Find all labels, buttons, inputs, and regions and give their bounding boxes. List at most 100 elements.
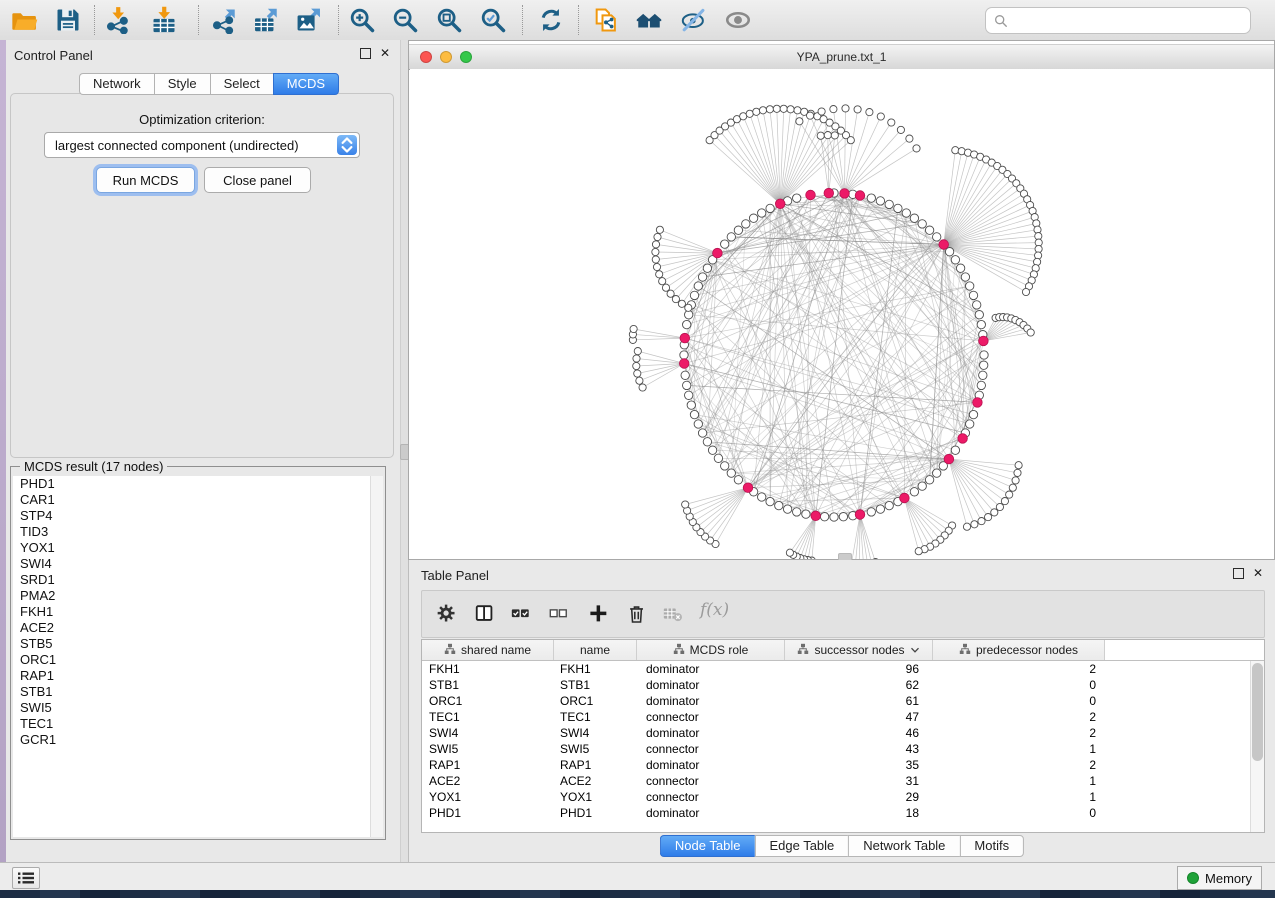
close-table-panel-icon[interactable]: ✕ xyxy=(1253,568,1263,579)
graph-node[interactable] xyxy=(682,501,689,508)
graph-node[interactable] xyxy=(796,118,803,125)
zoom-selected-icon[interactable] xyxy=(479,6,507,34)
graph-node[interactable] xyxy=(775,501,783,509)
graph-node[interactable] xyxy=(787,106,794,113)
memory-button[interactable]: Memory xyxy=(1177,866,1262,890)
graph-node[interactable] xyxy=(652,241,659,248)
graph-node[interactable] xyxy=(885,200,893,208)
graph-node[interactable] xyxy=(678,300,685,307)
mcds-result-list[interactable]: PHD1CAR1STP4TID3YOX1SWI4SRD1PMA2FKH1ACE2… xyxy=(13,476,383,837)
graph-node[interactable] xyxy=(758,209,766,217)
graph-node[interactable] xyxy=(1015,462,1022,469)
tab-style[interactable]: Style xyxy=(154,73,210,95)
graph-node[interactable] xyxy=(925,476,933,484)
graph-node[interactable] xyxy=(885,501,893,509)
network-graph[interactable] xyxy=(410,69,1274,559)
graph-node[interactable] xyxy=(653,263,660,270)
graph-node[interactable] xyxy=(727,233,735,241)
select-all-icon[interactable] xyxy=(510,603,532,625)
graph-node[interactable] xyxy=(633,355,640,362)
float-panel-icon[interactable] xyxy=(360,48,371,59)
graph-node[interactable] xyxy=(786,549,793,556)
mcds-result-item[interactable]: ORC1 xyxy=(13,652,383,668)
graph-hub-node[interactable] xyxy=(806,190,816,200)
save-session-icon[interactable] xyxy=(54,6,82,34)
graph-node[interactable] xyxy=(766,497,774,505)
graph-node[interactable] xyxy=(847,137,854,144)
graph-node[interactable] xyxy=(918,482,926,490)
graph-node[interactable] xyxy=(913,145,920,152)
graph-hub-node[interactable] xyxy=(855,191,865,201)
graph-node[interactable] xyxy=(872,559,879,560)
graph-node[interactable] xyxy=(975,311,983,319)
close-panel-button[interactable]: Close panel xyxy=(204,167,311,193)
graph-node[interactable] xyxy=(687,401,695,409)
column-header-shared-name[interactable]: shared name xyxy=(422,640,554,660)
zoom-fit-icon[interactable] xyxy=(435,6,463,34)
graph-node[interactable] xyxy=(780,105,787,112)
zoom-in-icon[interactable] xyxy=(348,6,376,34)
graph-hub-node[interactable] xyxy=(743,483,753,493)
graph-node[interactable] xyxy=(951,256,959,264)
graph-node[interactable] xyxy=(951,446,959,454)
mcds-result-item[interactable]: RAP1 xyxy=(13,668,383,684)
mcds-result-item[interactable]: STB5 xyxy=(13,636,383,652)
graph-node[interactable] xyxy=(876,197,884,205)
graph-node[interactable] xyxy=(894,204,902,212)
column-header-name[interactable]: name xyxy=(554,640,637,660)
deselect-all-icon[interactable] xyxy=(548,603,570,625)
graph-node[interactable] xyxy=(830,513,838,521)
tab-network[interactable]: Network xyxy=(79,73,154,95)
tab-motifs[interactable]: Motifs xyxy=(959,835,1024,857)
graph-node[interactable] xyxy=(802,510,810,518)
graph-node[interactable] xyxy=(897,126,904,133)
graph-node[interactable] xyxy=(1012,477,1019,484)
graph-node[interactable] xyxy=(980,361,988,369)
graph-node[interactable] xyxy=(683,381,691,389)
float-table-panel-icon[interactable] xyxy=(1233,568,1244,579)
graph-node[interactable] xyxy=(652,248,659,255)
settings-gear-icon[interactable] xyxy=(436,603,458,625)
mcds-result-item[interactable]: TEC1 xyxy=(13,716,383,732)
graph-node[interactable] xyxy=(933,233,941,241)
graph-node[interactable] xyxy=(685,391,693,399)
graph-hub-node[interactable] xyxy=(958,434,968,444)
table-row[interactable]: TEC1TEC1connector472 xyxy=(422,709,1251,725)
graph-node[interactable] xyxy=(956,264,964,272)
graph-node[interactable] xyxy=(867,194,875,202)
add-column-icon[interactable] xyxy=(588,603,610,625)
graph-hub-node[interactable] xyxy=(979,336,989,346)
search-input[interactable] xyxy=(1008,11,1250,31)
column-header-successor-nodes[interactable]: successor nodes xyxy=(785,640,933,660)
graph-node[interactable] xyxy=(854,106,861,113)
graph-node[interactable] xyxy=(966,282,974,290)
graph-hub-node[interactable] xyxy=(680,333,690,343)
export-image-icon[interactable] xyxy=(295,6,323,34)
graph-node[interactable] xyxy=(820,513,828,521)
graph-hub-node[interactable] xyxy=(824,188,834,198)
graph-node[interactable] xyxy=(634,348,641,355)
graph-node[interactable] xyxy=(727,469,735,477)
graph-hub-node[interactable] xyxy=(679,359,689,369)
delete-column-icon[interactable] xyxy=(626,603,648,625)
graph-hub-node[interactable] xyxy=(713,248,723,258)
tab-network-table[interactable]: Network Table xyxy=(848,835,959,857)
run-mcds-button[interactable]: Run MCDS xyxy=(96,167,195,193)
table-row[interactable]: RAP1RAP1dominator352 xyxy=(422,757,1251,773)
mcds-result-scrollbar[interactable] xyxy=(370,476,383,837)
graph-node[interactable] xyxy=(824,132,831,139)
graph-node[interactable] xyxy=(714,454,722,462)
task-history-button[interactable] xyxy=(12,867,40,889)
graph-node[interactable] xyxy=(839,513,847,521)
table-scrollbar[interactable] xyxy=(1250,661,1264,832)
table-row[interactable]: PHD1PHD1dominator180 xyxy=(422,805,1251,821)
graph-hub-node[interactable] xyxy=(811,511,821,521)
graph-node[interactable] xyxy=(831,132,838,139)
mcds-result-item[interactable]: SWI4 xyxy=(13,556,383,572)
graph-node[interactable] xyxy=(1014,469,1021,476)
mcds-result-item[interactable]: GCR1 xyxy=(13,732,383,748)
export-table-icon[interactable] xyxy=(252,6,280,34)
mcds-result-item[interactable]: SWI5 xyxy=(13,700,383,716)
graph-hub-node[interactable] xyxy=(775,199,785,209)
table-row[interactable]: STB1STB1dominator620 xyxy=(422,677,1251,693)
